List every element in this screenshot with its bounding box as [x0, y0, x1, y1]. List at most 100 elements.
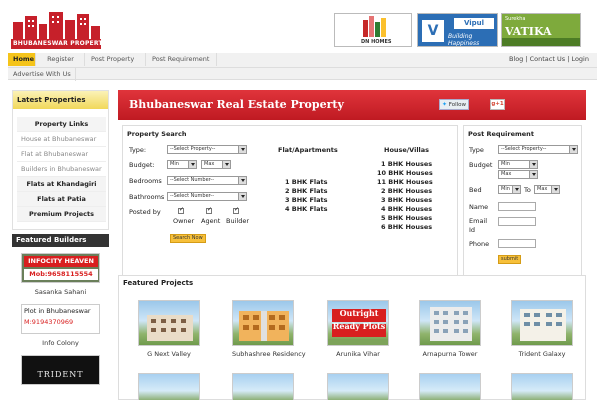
- project-image[interactable]: [138, 373, 200, 400]
- house-link[interactable]: 5 BHK Houses: [381, 214, 432, 222]
- pr-type-select-value: --Select Property--: [501, 146, 547, 152]
- featured-builders-title: Featured Builders: [12, 234, 109, 247]
- nav-advertise[interactable]: Advertise With Us: [8, 68, 76, 81]
- flat-link[interactable]: 2 BHK Flats: [285, 187, 328, 195]
- flat-link[interactable]: 3 BHK Flats: [285, 196, 328, 204]
- dnhomes-text: DN HOMES: [361, 39, 392, 45]
- bathrooms-label: Bathrooms: [129, 193, 165, 201]
- project-image[interactable]: [327, 373, 389, 400]
- ad-dnhomes[interactable]: DN HOMES: [334, 13, 412, 47]
- pr-email-input[interactable]: [498, 217, 536, 226]
- logo-text: BHUBANESWAR PROPERTY .IN: [11, 39, 101, 49]
- pr-bed-label: Bed: [469, 186, 482, 194]
- twitter-follow-button[interactable]: ✦ Follow: [439, 99, 469, 110]
- pr-bed-min-select[interactable]: Min: [498, 185, 521, 194]
- chevron-down-icon: [551, 186, 559, 193]
- ad-vipul[interactable]: V Vipul Building Happiness: [417, 13, 498, 47]
- link-flat-at-bhubaneswar[interactable]: Flat at Bhubaneswar: [17, 147, 106, 162]
- featured-projects-panel: Featured Projects G Next Valley Subhashr…: [118, 275, 586, 400]
- nav-register[interactable]: Register: [37, 53, 85, 66]
- project-image[interactable]: [232, 373, 294, 400]
- project-name[interactable]: Trident Galaxy: [511, 350, 573, 358]
- house-link[interactable]: 6 BHK Houses: [381, 223, 432, 231]
- builder-name[interactable]: Sasanka Sahani: [21, 286, 100, 298]
- project-card[interactable]: Outright Ready Plots Arunika Vihar: [327, 300, 389, 358]
- search-now-button[interactable]: Search Now: [170, 234, 206, 243]
- builder-card[interactable]: Plot in Bhubaneswar M:9194370969 Info Co…: [21, 304, 100, 349]
- pr-type-select[interactable]: --Select Property--: [498, 145, 578, 154]
- left-sidebar: Latest Properties Property Links House a…: [12, 90, 109, 400]
- house-link[interactable]: 10 BHK Houses: [377, 169, 433, 177]
- chevron-down-icon: [512, 186, 520, 193]
- house-villas-heading: House/Villas: [384, 146, 430, 154]
- link-house-at-bhubaneswar[interactable]: House at Bhubaneswar: [17, 132, 106, 147]
- pr-phone-input[interactable]: [498, 239, 536, 248]
- latest-properties-title: Latest Properties: [13, 91, 108, 109]
- main-nav: Home Register Post Property Post Require…: [8, 53, 597, 81]
- site-logo[interactable]: BHUBANESWAR PROPERTY .IN: [11, 12, 101, 49]
- house-link[interactable]: 11 BHK Houses: [377, 178, 433, 186]
- house-link[interactable]: 1 BHK Houses: [381, 160, 432, 168]
- project-card[interactable]: Trident Galaxy: [511, 300, 573, 358]
- budget-max-select[interactable]: Max: [201, 160, 231, 169]
- type-select[interactable]: --Select Property--: [167, 145, 247, 154]
- project-name[interactable]: G Next Valley: [138, 350, 200, 358]
- chevron-down-icon: [569, 146, 577, 153]
- link-flats-at-patia[interactable]: Flats at Patia: [17, 192, 106, 207]
- agent-checkbox[interactable]: [206, 206, 212, 214]
- pr-submit-button[interactable]: submit: [498, 255, 522, 264]
- pr-name-label: Name: [469, 203, 489, 211]
- featured-projects-heading: Featured Projects: [123, 279, 194, 287]
- project-card[interactable]: G Next Valley: [138, 300, 200, 358]
- google-plus-button[interactable]: g+1: [490, 99, 505, 110]
- building-icon: [520, 309, 566, 341]
- owner-checkbox[interactable]: [178, 206, 184, 214]
- trees-graphic: [502, 38, 580, 46]
- pr-bed-max-select[interactable]: Max: [534, 185, 560, 194]
- link-premium-projects[interactable]: Premium Projects: [17, 207, 106, 222]
- house-link[interactable]: 2 BHK Houses: [381, 187, 432, 195]
- pr-budget-max-value: Max: [501, 171, 512, 177]
- house-link[interactable]: 3 BHK Houses: [381, 196, 432, 204]
- builder-card[interactable]: INFOCITY HEAVEN Mob:9658115554 Sasanka S…: [21, 253, 100, 298]
- link-builders-in-bhubaneswar[interactable]: Builders in Bhubaneswar: [17, 162, 106, 177]
- nav-post-requirement[interactable]: Post Requirement: [147, 53, 217, 66]
- nav-blog-contact-login[interactable]: Blog | Contact Us | Login: [509, 53, 589, 66]
- project-image: Outright Ready Plots: [327, 300, 389, 346]
- builder-card[interactable]: TRIDENT: [21, 355, 100, 385]
- main-content: Bhubaneswar Real Estate Property ✦ Follo…: [118, 90, 586, 400]
- vatika-line2: VATIKA: [505, 25, 552, 38]
- builder-name[interactable]: Info Colony: [21, 337, 100, 349]
- builder-ad-image: INFOCITY HEAVEN Mob:9658115554: [21, 253, 100, 283]
- project-card[interactable]: Arnapurna Tower: [419, 300, 481, 358]
- pr-name-input[interactable]: [498, 202, 536, 211]
- nav-post-property[interactable]: Post Property: [86, 53, 146, 66]
- project-card[interactable]: Subhashree Residency: [232, 300, 306, 358]
- posted-by-label: Posted by: [129, 208, 161, 216]
- chevron-down-icon: [238, 146, 246, 153]
- ad-vatika[interactable]: Surekha VATIKA: [501, 13, 581, 47]
- budget-min-select[interactable]: Min: [167, 160, 197, 169]
- bedrooms-label: Bedrooms: [129, 177, 162, 185]
- link-flats-at-khandagiri[interactable]: Flats at Khandagiri: [17, 177, 106, 192]
- bathrooms-select[interactable]: --Select Number--: [167, 192, 247, 201]
- project-image[interactable]: [419, 373, 481, 400]
- pr-budget-min-select[interactable]: Min: [498, 160, 538, 169]
- project-name[interactable]: Subhashree Residency: [232, 350, 306, 358]
- flat-link[interactable]: 1 BHK Flats: [285, 178, 328, 186]
- project-image[interactable]: [511, 373, 573, 400]
- latest-properties-panel: Latest Properties Property Links House a…: [12, 90, 109, 230]
- project-name[interactable]: Arunika Vihar: [327, 350, 389, 358]
- pr-budget-max-select[interactable]: Max: [498, 170, 538, 179]
- vatika-line1: Surekha: [505, 16, 526, 22]
- chevron-down-icon: [529, 161, 537, 168]
- house-link[interactable]: 4 BHK Houses: [381, 205, 432, 213]
- nav-home[interactable]: Home: [8, 53, 36, 66]
- project-image: [511, 300, 573, 346]
- project-name[interactable]: Arnapurna Tower: [419, 350, 481, 358]
- flat-link[interactable]: 4 BHK Flats: [285, 205, 328, 213]
- builder-checkbox[interactable]: [233, 206, 239, 214]
- outright-text: Outright Ready Plots: [332, 308, 386, 331]
- vipul-logo-icon: V: [422, 20, 444, 42]
- bedrooms-select[interactable]: --Select Number--: [167, 176, 247, 185]
